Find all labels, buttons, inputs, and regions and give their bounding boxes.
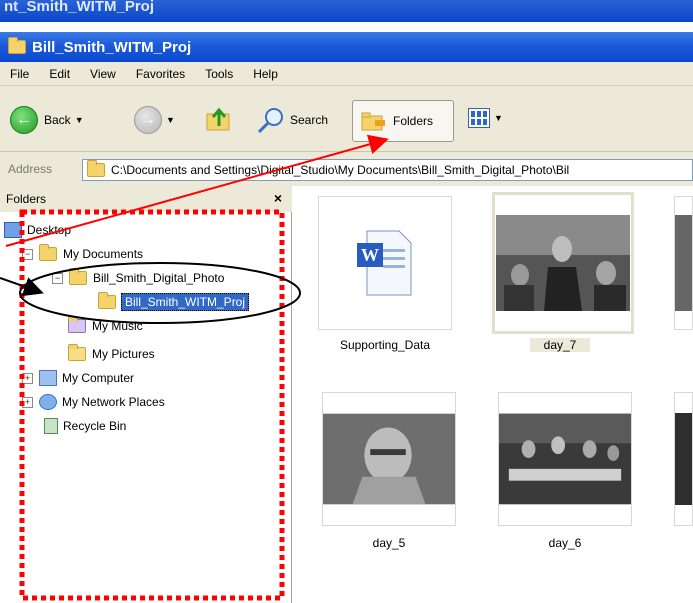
- menu-file[interactable]: File: [0, 67, 39, 81]
- up-folder-icon: [206, 107, 230, 131]
- word-document-icon: W: [357, 230, 412, 296]
- tree-item-desktop[interactable]: Desktop: [4, 220, 71, 240]
- photo-thumbnail: [323, 413, 455, 505]
- computer-icon: [39, 370, 57, 386]
- network-icon: [39, 394, 57, 410]
- recycle-bin-icon: [44, 418, 58, 434]
- tree-item-label: Bill_Smith_Digital_Photo: [93, 271, 225, 285]
- my-documents-icon: [39, 244, 57, 261]
- up-folder-button[interactable]: [204, 104, 234, 134]
- tree-item-label: My Computer: [62, 371, 135, 385]
- tree-item-label: My Music: [92, 319, 143, 333]
- item-label[interactable]: day_6: [498, 536, 632, 550]
- search-icon: [257, 108, 283, 134]
- folders-pane: Folders × Desktop − My Documents − Bill_…: [0, 186, 292, 603]
- thumbnail-day-7[interactable]: [492, 192, 634, 334]
- menu-view[interactable]: View: [80, 67, 126, 81]
- music-folder-icon: [68, 316, 86, 333]
- address-bar: Address C:\Documents and Settings\Digita…: [0, 152, 693, 186]
- folders-pane-header: Folders ×: [0, 186, 292, 212]
- back-button[interactable]: ← Back ▼: [10, 106, 84, 134]
- tree-item-label-selected: Bill_Smith_WITM_Proj: [121, 293, 250, 311]
- title-bar[interactable]: Bill_Smith_WITM_Proj: [0, 32, 693, 62]
- tree-item-my-documents[interactable]: − My Documents: [22, 244, 143, 264]
- photo-thumbnail: [675, 413, 692, 505]
- photo-thumbnail: [675, 215, 692, 311]
- tree-item-my-music[interactable]: My Music: [68, 316, 143, 336]
- search-button[interactable]: Search: [256, 106, 328, 134]
- photo-thumbnail: [499, 413, 631, 505]
- toolbar: ← Back ▼ → ▼ Search Folders ▼: [0, 86, 693, 152]
- svg-text:W: W: [361, 245, 379, 265]
- tree-item-label: My Pictures: [92, 347, 155, 361]
- item-label[interactable]: Supporting_Data: [318, 338, 452, 352]
- folder-icon: [87, 160, 105, 177]
- tree-item-my-network[interactable]: + My Network Places: [22, 392, 165, 412]
- address-input[interactable]: C:\Documents and Settings\Digital_Studio…: [82, 159, 693, 181]
- expand-icon[interactable]: +: [22, 396, 33, 408]
- folder-icon: [8, 37, 26, 54]
- search-label: Search: [290, 113, 329, 127]
- item-label-selected[interactable]: day_7: [530, 338, 590, 352]
- tree-item-label: My Documents: [63, 247, 144, 261]
- thumbnail-partial[interactable]: [674, 196, 693, 330]
- folders-pane-title: Folders: [6, 192, 47, 206]
- thumbnail-supporting-data[interactable]: W: [318, 196, 452, 330]
- folders-icon: [361, 112, 385, 131]
- close-icon[interactable]: ×: [274, 190, 282, 206]
- tree-item-witm-proj[interactable]: Bill_Smith_WITM_Proj: [98, 292, 250, 312]
- views-icon: [468, 108, 490, 128]
- forward-dropdown-icon[interactable]: ▼: [166, 115, 175, 125]
- tree-item-my-computer[interactable]: + My Computer: [22, 368, 134, 388]
- thumbnail-day-6[interactable]: [498, 392, 632, 526]
- expand-icon[interactable]: +: [22, 372, 33, 384]
- views-button[interactable]: ▼: [468, 108, 503, 128]
- photo-thumbnail: [496, 215, 630, 311]
- background-window-title-text: nt_Smith_WITM_Proj: [4, 0, 155, 15]
- menu-favorites[interactable]: Favorites: [126, 67, 195, 81]
- address-path: C:\Documents and Settings\Digital_Studio…: [111, 163, 570, 177]
- tree-item-label: My Network Places: [62, 395, 165, 409]
- tree-item-digital-photo[interactable]: − Bill_Smith_Digital_Photo: [52, 268, 224, 288]
- collapse-icon[interactable]: −: [22, 248, 33, 260]
- thumbnail-partial[interactable]: [674, 392, 693, 526]
- folders-button[interactable]: Folders: [352, 100, 454, 142]
- menu-bar: File Edit View Favorites Tools Help: [0, 62, 693, 86]
- menu-tools[interactable]: Tools: [195, 67, 243, 81]
- tree-item-recycle-bin[interactable]: Recycle Bin: [44, 416, 126, 436]
- address-label: Address: [8, 162, 53, 176]
- views-dropdown-icon[interactable]: ▼: [494, 113, 503, 123]
- folder-icon: [69, 268, 87, 285]
- back-label: Back: [44, 113, 71, 127]
- desktop-icon: [4, 222, 22, 238]
- content-pane: W Supporting_Data day_7 day_5 day_6: [292, 186, 693, 603]
- item-label[interactable]: day_5: [322, 536, 456, 550]
- window-title: Bill_Smith_WITM_Proj: [32, 38, 192, 56]
- tree-item-label: Recycle Bin: [63, 419, 127, 433]
- pictures-folder-icon: [68, 344, 86, 361]
- tree-item-my-pictures[interactable]: My Pictures: [68, 344, 155, 364]
- forward-arrow-icon: →: [134, 106, 162, 134]
- folders-label: Folders: [393, 114, 434, 128]
- open-folder-icon: [98, 292, 116, 309]
- menu-edit[interactable]: Edit: [39, 67, 80, 81]
- forward-button[interactable]: → ▼: [134, 106, 175, 134]
- menu-help[interactable]: Help: [243, 67, 288, 81]
- thumbnail-day-5[interactable]: [322, 392, 456, 526]
- background-window-title: nt_Smith_WITM_Proj: [0, 0, 693, 22]
- tree-item-label: Desktop: [27, 223, 72, 237]
- back-dropdown-icon[interactable]: ▼: [75, 115, 84, 125]
- back-arrow-icon: ←: [10, 106, 38, 134]
- collapse-icon[interactable]: −: [52, 272, 63, 284]
